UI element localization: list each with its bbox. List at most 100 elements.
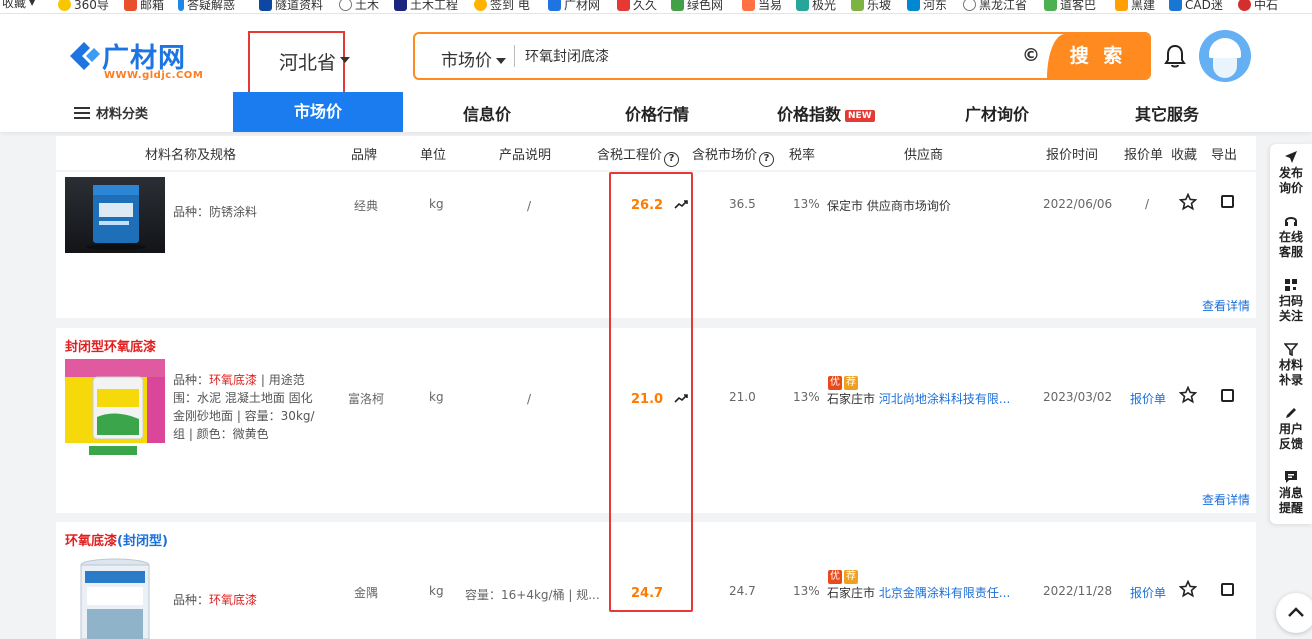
logo-mark-icon xyxy=(70,42,100,70)
star-icon[interactable] xyxy=(1179,386,1197,404)
star-icon[interactable] xyxy=(1179,580,1197,598)
date-cell: 2022/11/28 xyxy=(1043,584,1113,598)
search-divider xyxy=(514,45,515,67)
pencil-icon xyxy=(1286,408,1296,418)
bookmark-item[interactable]: 河东 xyxy=(907,0,947,11)
bookmark-icon xyxy=(671,0,684,11)
avatar[interactable] xyxy=(1199,30,1251,82)
col-desc: 产品说明 xyxy=(499,148,552,163)
bookmark-icon xyxy=(474,0,487,11)
bookmark-icon xyxy=(851,0,864,11)
bookmark-item[interactable]: 广材网 xyxy=(548,0,600,11)
nav-tab-price-trend[interactable]: 价格行情 xyxy=(625,101,689,125)
material-supplement-button[interactable]: 材料 补录 xyxy=(1270,342,1312,388)
helmet-icon xyxy=(1209,38,1241,58)
bookmark-icon xyxy=(907,0,920,11)
product-desc-cell: / xyxy=(527,199,532,213)
bookmark-item[interactable]: 土木 xyxy=(339,0,379,11)
export-checkbox[interactable] xyxy=(1221,583,1234,596)
message-reminder-button[interactable]: 消息 提醒 xyxy=(1270,470,1312,516)
supplier-badges: 优荐 xyxy=(828,374,860,390)
region-selector[interactable]: 河北省 xyxy=(248,31,350,94)
product-image[interactable] xyxy=(65,553,165,639)
material-category-menu[interactable]: 材料分类 xyxy=(74,103,148,122)
search-type-dropdown[interactable]: 市场价 xyxy=(441,46,506,71)
star-icon[interactable] xyxy=(1179,193,1197,211)
bookmark-item[interactable]: 答疑解惑 xyxy=(178,0,235,11)
online-service-button[interactable]: 在线 客服 xyxy=(1270,214,1312,260)
quote-link[interactable]: 报价单 xyxy=(1130,584,1166,601)
bookmark-icon xyxy=(1238,0,1251,11)
product-spec: 品种：环氧底漆 | 用途范围：水泥 混凝土地面 固化金刚砂地面 | 容量：30k… xyxy=(173,373,315,441)
date-cell: 2023/03/02 xyxy=(1043,390,1113,404)
product-spec: 品种：环氧底漆 xyxy=(173,593,258,607)
scan-follow-button[interactable]: 扫码 关注 xyxy=(1270,278,1312,324)
supplier-cell: 石家庄市 河北尚地涂料科技有限... xyxy=(827,392,1011,406)
user-feedback-button[interactable]: 用户 反馈 xyxy=(1270,406,1312,452)
bookmark-icon xyxy=(548,0,561,11)
nav-tab-market-price[interactable]: 市场价 xyxy=(233,92,403,132)
bookmark-item[interactable]: 土木工程 xyxy=(394,0,458,11)
menu-icon xyxy=(74,106,90,119)
quote-link[interactable]: 报价单 xyxy=(1130,390,1166,407)
bookmark-item[interactable]: 邮箱 xyxy=(124,0,164,11)
supplier-link[interactable]: 河北尚地涂料科技有限... xyxy=(879,392,1010,406)
bookmark-icon xyxy=(617,0,630,11)
market-price-cell: 21.0 xyxy=(729,390,756,404)
back-to-top-button[interactable] xyxy=(1276,593,1312,633)
col-brand: 品牌 xyxy=(351,148,378,163)
nav-tab-other-services[interactable]: 其它服务 xyxy=(1135,101,1199,125)
product-image[interactable] xyxy=(65,359,165,459)
tax-rate-cell: 13% xyxy=(793,197,820,211)
nav-tab-inquiry[interactable]: 广材询价 xyxy=(965,101,1029,125)
bookmark-item[interactable]: 黑建 xyxy=(1115,0,1155,11)
col-name: 材料名称及规格 xyxy=(145,148,237,163)
bookmark-item[interactable]: 极光 xyxy=(796,0,836,11)
bookmark-icon xyxy=(742,0,755,11)
unit-cell: kg xyxy=(429,584,444,598)
bell-icon[interactable] xyxy=(1164,44,1186,68)
help-icon[interactable]: ? xyxy=(664,152,680,167)
bookmark-item[interactable]: 收藏 ▼ xyxy=(2,0,35,9)
date-cell: 2022/06/06 xyxy=(1043,197,1113,211)
bookmark-item[interactable]: 隧道资料 xyxy=(259,0,323,11)
search-button[interactable]: 搜 索 xyxy=(1047,34,1149,78)
nav-tab-price-index[interactable]: 价格指数 NEW xyxy=(777,101,875,125)
search-input[interactable] xyxy=(525,39,1005,73)
bookmark-item[interactable]: 绿色网 xyxy=(671,0,723,11)
badge-recommend: 荐 xyxy=(844,570,858,584)
globe-icon xyxy=(339,0,352,11)
bookmark-item[interactable]: 黑龙江省 xyxy=(963,0,1027,11)
bookmark-icon xyxy=(1044,0,1057,11)
site-logo[interactable]: 广材网 WWW.gldjc.COM xyxy=(66,36,206,86)
bookmark-item[interactable]: 中石 xyxy=(1238,0,1278,11)
view-details-link[interactable]: 查看详情 xyxy=(1202,491,1250,508)
bookmark-item[interactable]: 360导 xyxy=(58,0,109,11)
help-icon[interactable]: ? xyxy=(759,152,775,167)
bookmark-item[interactable]: 道客巴 xyxy=(1044,0,1096,11)
product-desc-cell: / xyxy=(527,392,532,406)
publish-inquiry-button[interactable]: 发布 询价 xyxy=(1270,150,1312,196)
col-tax-market-price[interactable]: 含税市场价? xyxy=(692,144,775,167)
export-checkbox[interactable] xyxy=(1221,195,1234,208)
supplier-link[interactable]: 北京金隅涂料有限责任... xyxy=(879,586,1010,600)
view-details-link[interactable]: 查看详情 xyxy=(1202,297,1250,314)
nav-tab-info-price[interactable]: 信息价 xyxy=(463,101,511,125)
clear-icon[interactable]: © xyxy=(1022,45,1040,66)
product-image[interactable] xyxy=(65,177,165,253)
export-checkbox[interactable] xyxy=(1221,389,1234,402)
region-label: 河北省 xyxy=(279,52,337,74)
bookmark-icon xyxy=(796,0,809,11)
col-tax-eng-price[interactable]: 含税工程价? xyxy=(597,144,680,167)
product-title[interactable]: 封闭型环氧底漆 xyxy=(65,336,156,355)
tax-rate-cell: 13% xyxy=(793,584,820,598)
bookmark-item[interactable]: 当易 xyxy=(742,0,782,11)
bookmark-item[interactable]: 久久 xyxy=(617,0,657,11)
paint-bucket-icon xyxy=(80,558,150,639)
bookmark-item[interactable]: 乐坡 xyxy=(851,0,891,11)
bookmark-item[interactable]: 签到 电 xyxy=(474,0,530,11)
bookmark-item[interactable]: CAD迷 xyxy=(1169,0,1223,11)
plus-icon xyxy=(58,0,71,11)
product-title[interactable]: 环氧底漆(封闭型) xyxy=(65,530,168,549)
market-price-cell: 36.5 xyxy=(729,197,756,211)
